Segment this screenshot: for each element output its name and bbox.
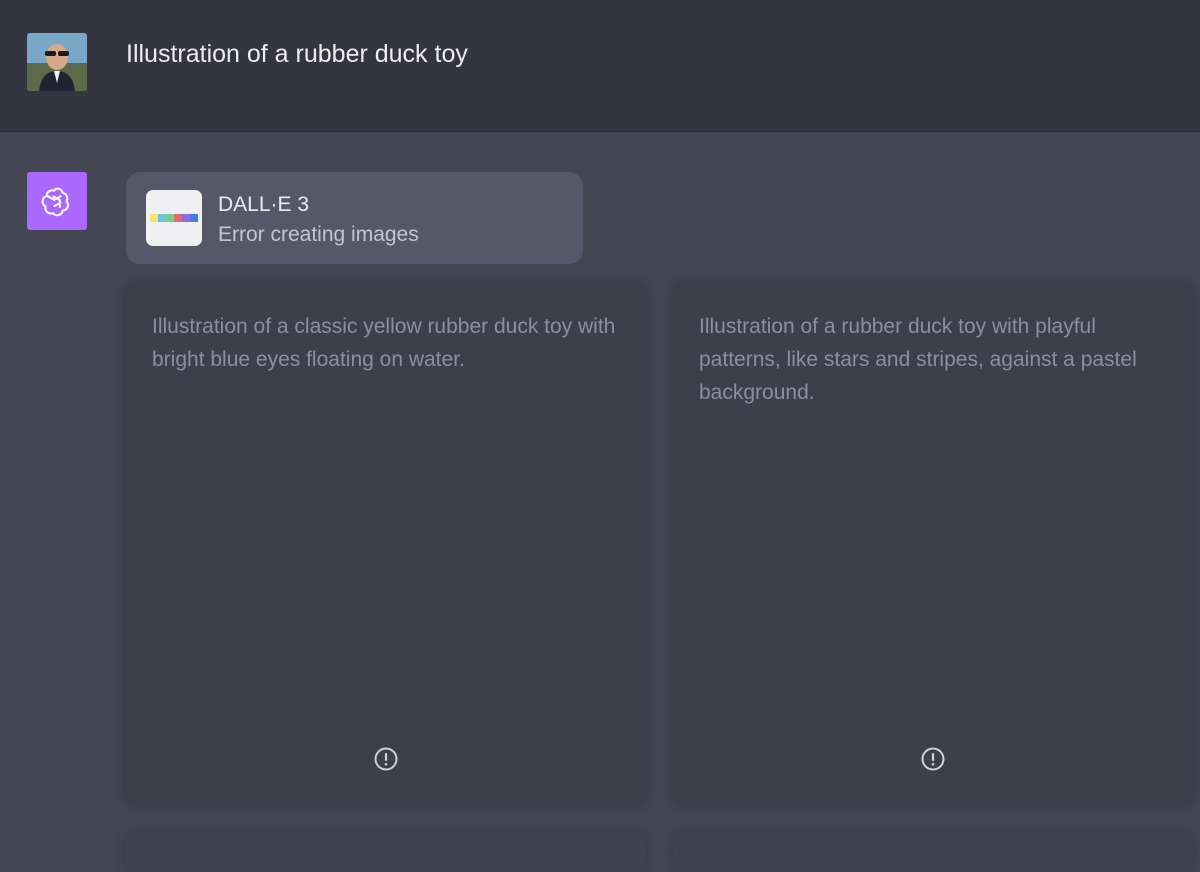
user-message-text: Illustration of a rubber duck toy [126,40,468,68]
error-alert-icon[interactable] [373,746,399,772]
dalle-thumbnail-icon [146,190,202,246]
user-message-row: Illustration of a rubber duck toy [0,0,1200,132]
image-result-panel-partial [126,832,646,872]
thumb-stripe [174,214,182,222]
assistant-message-row: DALL·E 3 Error creating images Illustrat… [0,132,1200,872]
thumb-stripe [166,214,174,222]
error-alert-icon[interactable] [920,746,946,772]
image-result-panel-partial [673,832,1193,872]
thumb-stripe [158,214,166,222]
image-result-panel: Illustration of a rubber duck toy with p… [673,284,1193,804]
image-prompt-text: Illustration of a classic yellow rubber … [152,315,616,371]
thumb-stripe [182,214,190,222]
openai-logo-icon [27,172,87,230]
image-prompt-text: Illustration of a rubber duck toy with p… [699,315,1137,404]
tool-status: Error creating images [218,223,419,246]
dalle-tool-card[interactable]: DALL·E 3 Error creating images [126,172,583,264]
thumb-stripe [190,214,198,222]
image-result-panel: Illustration of a classic yellow rubber … [126,284,646,804]
user-avatar [27,33,87,91]
tool-name: DALL·E 3 [218,193,310,216]
thumb-stripe [150,214,158,222]
